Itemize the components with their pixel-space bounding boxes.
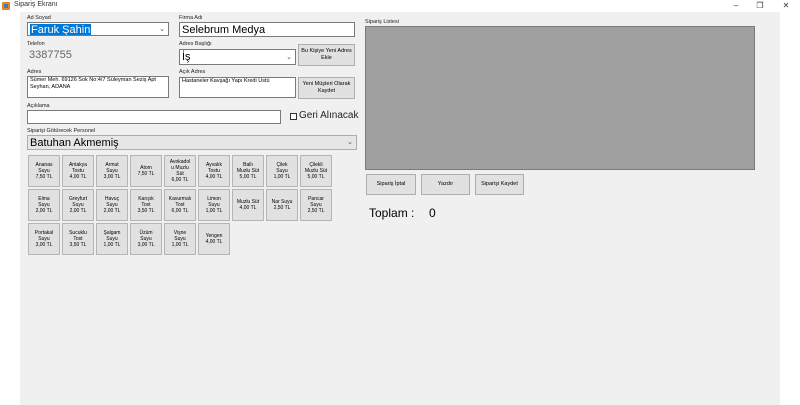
cancel-order-button[interactable]: Sipariş İptal bbox=[366, 174, 416, 195]
chevron-down-icon[interactable]: ⌄ bbox=[347, 138, 353, 146]
product-button[interactable]: Ballı Muzlu Süt 5,00 TL bbox=[232, 155, 264, 187]
company-field[interactable]: Selebrum Medya bbox=[179, 22, 355, 37]
total-label: Toplam : bbox=[369, 206, 415, 220]
name-value: Faruk Şahin bbox=[30, 24, 92, 36]
product-button[interactable]: Havuç Suyu 2,00 TL bbox=[96, 189, 128, 221]
product-button[interactable]: Nar Suyu 2,50 TL bbox=[266, 189, 298, 221]
product-button[interactable]: Atom 7,50 TL bbox=[130, 155, 162, 187]
product-button[interactable]: Çilek Suyu 1,00 TL bbox=[266, 155, 298, 187]
save-order-button[interactable]: Siparişi Kaydet bbox=[475, 174, 524, 195]
product-button[interactable]: Greyfurt Suyu 2,00 TL bbox=[62, 189, 94, 221]
product-button[interactable]: Ayvalık Tostu 4,00 TL bbox=[198, 155, 230, 187]
phone-label: Telefon bbox=[27, 41, 45, 47]
staff-label: Siparişi Götürecek Personel bbox=[27, 128, 96, 134]
product-button[interactable]: Limon Suyu 1,00 TL bbox=[198, 189, 230, 221]
maximize-button[interactable]: ❐ bbox=[748, 0, 772, 12]
total-display: Toplam : 0 bbox=[369, 206, 436, 220]
staff-combobox[interactable]: Batuhan Akmemiş ⌄ bbox=[27, 135, 357, 150]
staff-value: Batuhan Akmemiş bbox=[30, 137, 119, 149]
open-address-value: Hastaneler Kavşağı Yapı Kredi Üstü bbox=[182, 78, 270, 84]
notes-field[interactable] bbox=[27, 110, 281, 124]
address-title-label: Adres Başlığı bbox=[179, 41, 212, 47]
product-button[interactable]: Sucuklu Tost 3,50 TL bbox=[62, 223, 94, 255]
address-field[interactable]: Sümer Meh. 69126 Sok No:4/7 Süleyman Sez… bbox=[27, 76, 169, 98]
chevron-down-icon[interactable]: ⌄ bbox=[286, 53, 292, 61]
total-value: 0 bbox=[429, 206, 436, 220]
product-button[interactable]: Vişne Suyu 1,00 TL bbox=[164, 223, 196, 255]
print-button[interactable]: Yazdır bbox=[421, 174, 470, 195]
open-address-label: Açık Adres bbox=[179, 69, 206, 75]
name-label: Ad Soyad bbox=[27, 15, 51, 21]
address-label: Adres bbox=[27, 69, 42, 75]
product-button[interactable]: Antakya Tostu 4,00 TL bbox=[62, 155, 94, 187]
product-button[interactable]: Ananas Suyu 7,50 TL bbox=[28, 155, 60, 187]
product-grid: Ananas Suyu 7,50 TL Antakya Tostu 4,00 TL… bbox=[28, 155, 332, 255]
product-button[interactable]: Portakal Suyu 3,00 TL bbox=[28, 223, 60, 255]
order-form: Ad Soyad Faruk Şahin ⌄ Telefon 3387755 A… bbox=[20, 12, 780, 405]
return-checkbox-label: Geri Alınacak bbox=[299, 110, 359, 121]
address-value: Sümer Meh. 69126 Sok No:4/7 Süleyman Sez… bbox=[30, 77, 156, 90]
notes-label: Açıklama bbox=[27, 103, 50, 109]
product-button[interactable]: Yengen 4,00 TL bbox=[198, 223, 230, 255]
app-form-icon bbox=[2, 2, 10, 10]
return-checkbox[interactable] bbox=[290, 113, 297, 120]
minimize-button[interactable]: – bbox=[724, 0, 748, 12]
product-button[interactable]: Şalgam Suyu 1,00 TL bbox=[96, 223, 128, 255]
address-title-combobox[interactable]: İş ⌄ bbox=[179, 49, 296, 65]
product-button[interactable]: Armut Suyu 3,00 TL bbox=[96, 155, 128, 187]
add-address-button[interactable]: Bu Kişiye Yeni Adres Ekle bbox=[298, 44, 355, 66]
product-button[interactable]: Muzlu Süt 4,00 TL bbox=[232, 189, 264, 221]
order-list[interactable] bbox=[365, 26, 755, 170]
address-title-value: İş bbox=[182, 51, 191, 63]
title-bar: Sipariş Ekranı – ❐ ✕ bbox=[0, 0, 800, 12]
product-button[interactable]: Üzüm Suyu 3,00 TL bbox=[130, 223, 162, 255]
product-button[interactable]: Pancar Suyu 2,50 TL bbox=[300, 189, 332, 221]
company-label: Firma Adı bbox=[179, 15, 203, 21]
chevron-down-icon[interactable]: ⌄ bbox=[159, 25, 165, 33]
name-combobox[interactable]: Faruk Şahin ⌄ bbox=[27, 22, 169, 36]
phone-field[interactable]: 3387755 bbox=[27, 48, 169, 62]
company-value: Selebrum Medya bbox=[182, 24, 266, 36]
product-button[interactable]: Kavurmalı Tost 6,00 TL bbox=[164, 189, 196, 221]
product-button[interactable]: Avokadol u Muzlu Süt 6,00 TL bbox=[164, 155, 196, 187]
close-button[interactable]: ✕ bbox=[774, 0, 798, 12]
product-button[interactable]: Karışık Tost 3,50 TL bbox=[130, 189, 162, 221]
open-address-field[interactable]: Hastaneler Kavşağı Yapı Kredi Üstü bbox=[179, 77, 296, 98]
phone-value: 3387755 bbox=[29, 49, 72, 61]
save-new-customer-button[interactable]: Yeni Müşteri Olarak Kaydet bbox=[298, 77, 355, 99]
product-button[interactable]: Çilekli Muzlu Süt 5,00 TL bbox=[300, 155, 332, 187]
order-list-label: Sipariş Listesi bbox=[365, 19, 399, 25]
window-title: Sipariş Ekranı bbox=[14, 1, 58, 8]
window-background bbox=[780, 12, 800, 405]
product-button[interactable]: Elma Suyu 2,00 TL bbox=[28, 189, 60, 221]
